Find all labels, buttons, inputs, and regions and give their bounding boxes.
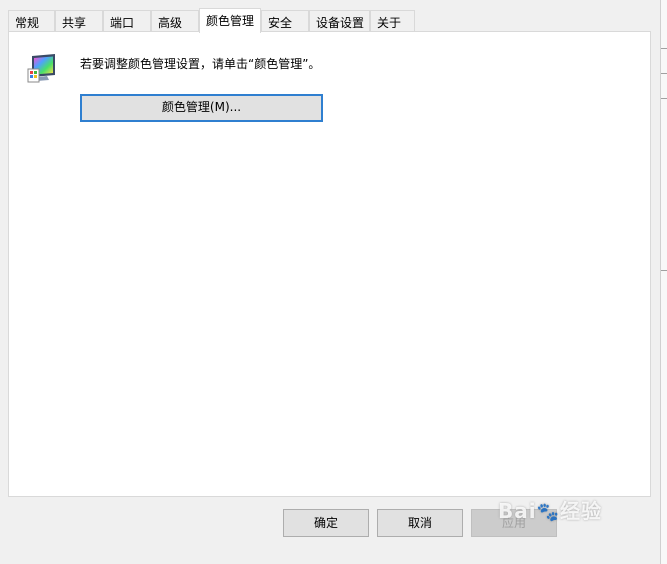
tab-bar: 常规 共享 端口 高级 颜色管理 安全 设备设置 关于 <box>8 8 428 33</box>
tab-advanced[interactable]: 高级 <box>151 10 199 31</box>
ok-button[interactable]: 确定 <box>283 509 369 537</box>
tab-ports[interactable]: 端口 <box>103 10 151 31</box>
cancel-button[interactable]: 取消 <box>377 509 463 537</box>
info-text: 若要调整颜色管理设置，请单击“颜色管理”。 <box>80 57 321 71</box>
tab-panel: 若要调整颜色管理设置，请单击“颜色管理”。 颜色管理(M)... <box>8 31 651 497</box>
tab-sharing[interactable]: 共享 <box>55 10 103 31</box>
adjacent-window-edge <box>660 0 667 564</box>
tab-device-settings[interactable]: 设备设置 <box>309 10 370 31</box>
tab-about[interactable]: 关于 <box>370 10 415 31</box>
color-management-monitor-icon <box>27 53 57 85</box>
color-management-button[interactable]: 颜色管理(M)... <box>80 94 323 122</box>
watermark-text: Bai <box>498 499 537 523</box>
paw-icon: 🐾 <box>536 502 561 523</box>
tab-general[interactable]: 常规 <box>8 10 55 31</box>
watermark: Bai🐾经验 <box>498 495 602 524</box>
tab-color-management[interactable]: 颜色管理 <box>199 8 261 33</box>
tab-security[interactable]: 安全 <box>261 10 309 31</box>
watermark-text-2: 经验 <box>560 499 603 523</box>
